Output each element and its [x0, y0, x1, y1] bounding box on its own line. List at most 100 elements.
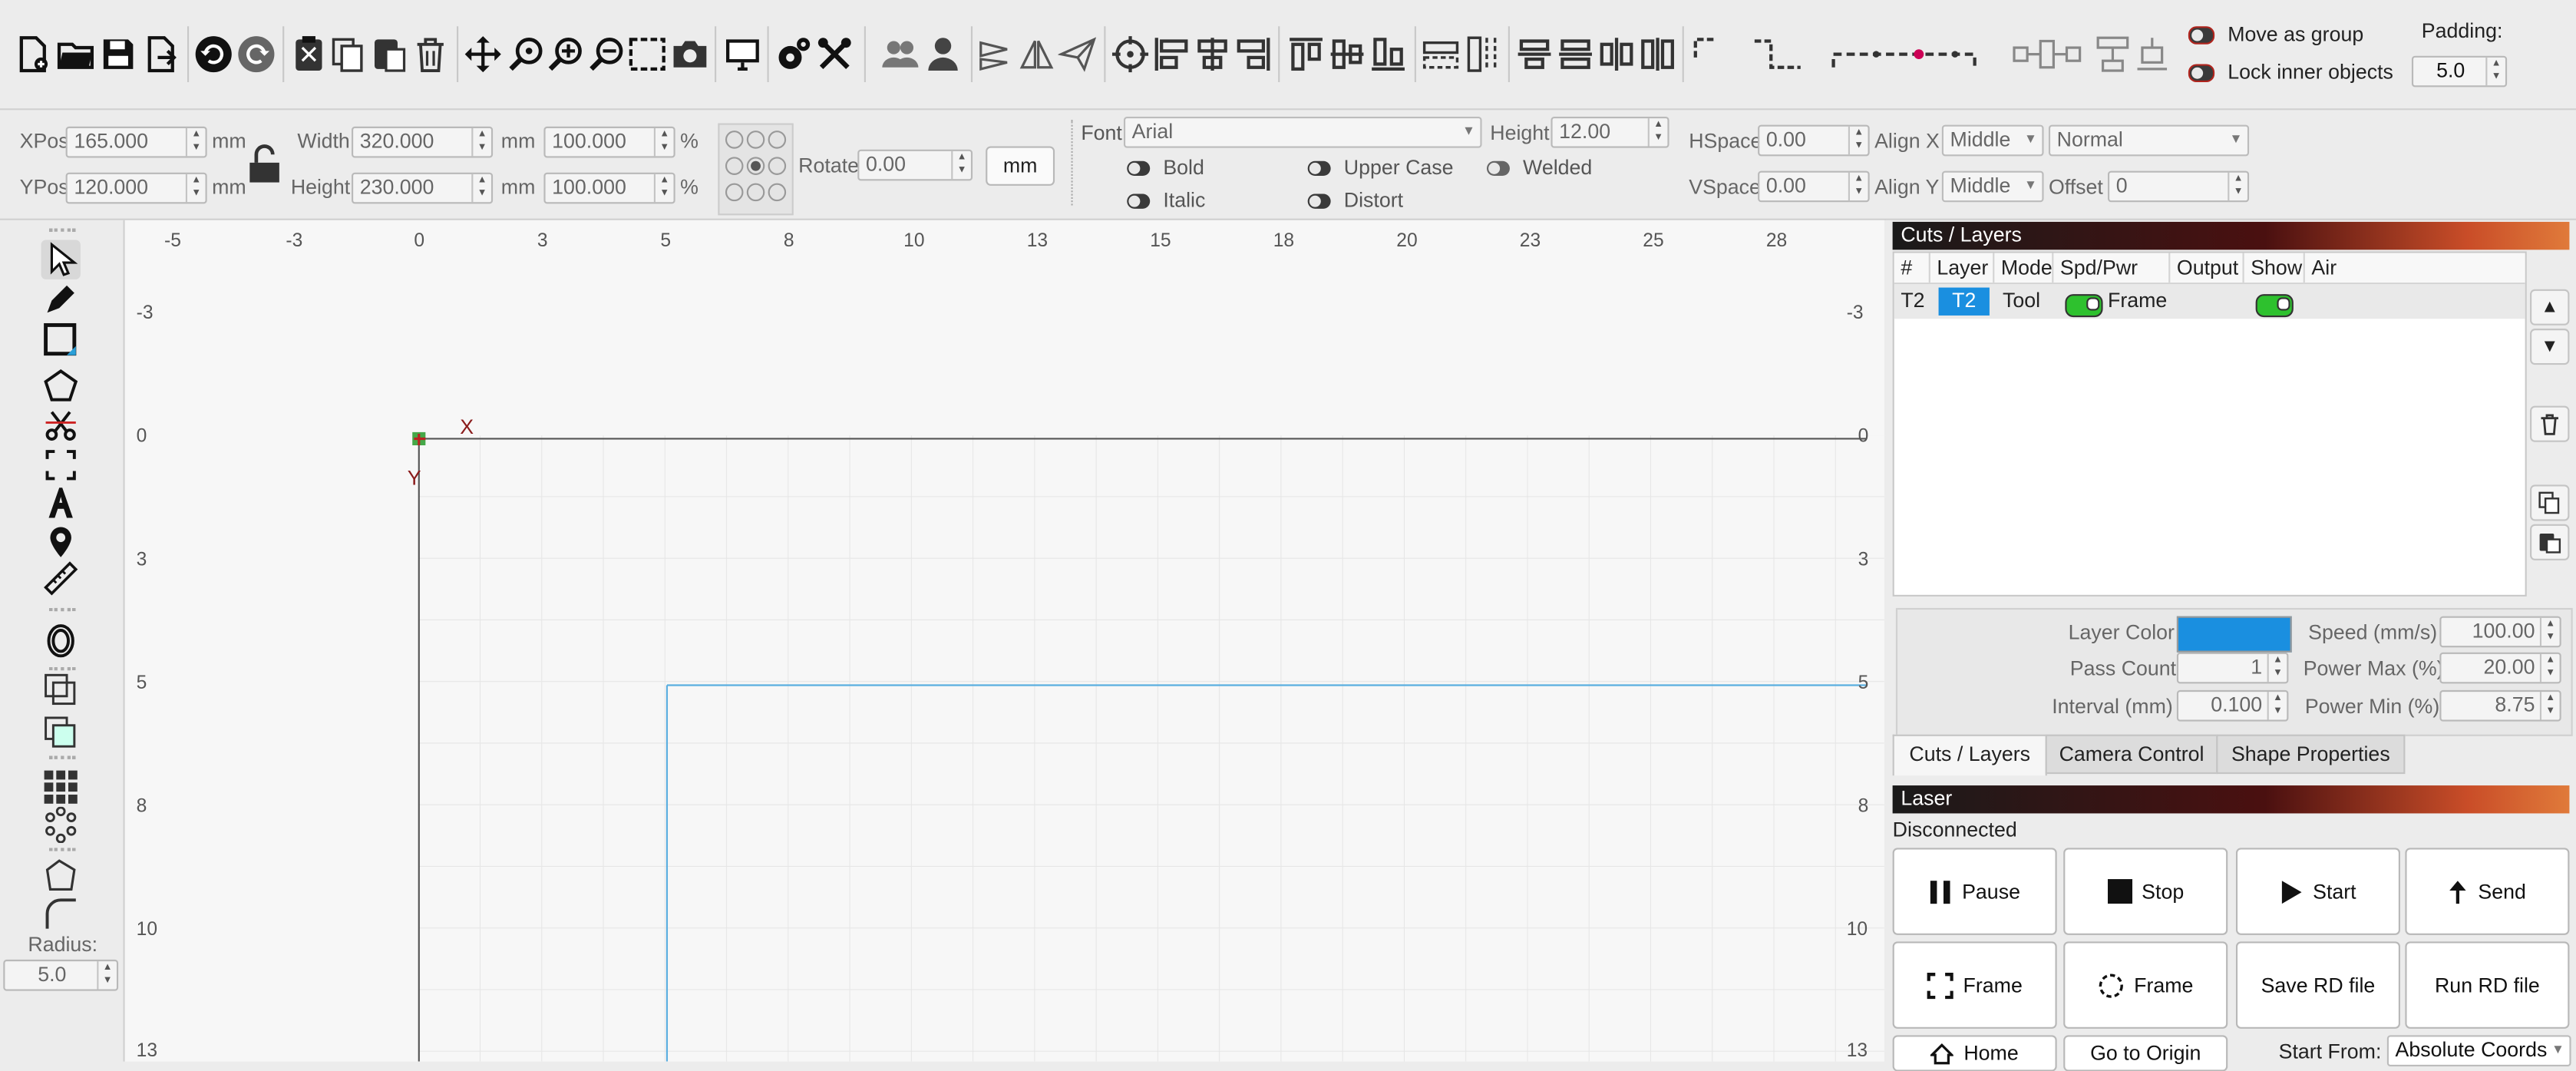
bold-checkbox[interactable]: Bold: [1127, 156, 1204, 179]
paste-icon[interactable]: [370, 33, 409, 76]
stop-button[interactable]: Stop: [2063, 848, 2228, 935]
distort-checkbox[interactable]: Distort: [1307, 189, 1403, 212]
font-select[interactable]: Arial ▼: [1123, 116, 1482, 148]
distribute-v-icon[interactable]: [1464, 33, 1503, 76]
go-to-origin-button[interactable]: Go to Origin: [2063, 1035, 2228, 1071]
align-base-icon[interactable]: [2132, 33, 2171, 76]
row-layer-color[interactable]: T2: [1938, 287, 1990, 316]
zoom-in-icon[interactable]: [546, 33, 585, 76]
export-icon[interactable]: [141, 33, 180, 76]
height-percent-input[interactable]: 100.000 ▲ ▼: [543, 172, 675, 204]
align-middle-icon[interactable]: [1327, 33, 1366, 76]
italic-checkbox[interactable]: Italic: [1127, 189, 1205, 212]
power-max-input[interactable]: 20.00 ▲ ▼: [2439, 652, 2561, 684]
col-spd-pwr[interactable]: Spd/Pwr: [2053, 253, 2171, 283]
save-rd-file-button[interactable]: Save RD file: [2235, 941, 2400, 1029]
tab-camera-control[interactable]: Camera Control: [2045, 734, 2218, 775]
align-left-icon[interactable]: [1151, 33, 1191, 76]
speed-input[interactable]: 100.00 ▲ ▼: [2439, 616, 2561, 648]
save-icon[interactable]: [98, 33, 137, 76]
col-output[interactable]: Output: [2170, 253, 2244, 283]
lock-inner-objects-toggle[interactable]: Lock inner objects: [2188, 61, 2393, 84]
dotted-line-icon[interactable]: [1827, 33, 1981, 76]
user-icon[interactable]: [923, 33, 963, 76]
frame-circle-button[interactable]: Frame: [2063, 941, 2228, 1029]
send-button[interactable]: Send: [2405, 848, 2570, 935]
show-toggle[interactable]: [2255, 294, 2294, 318]
polygon-icon[interactable]: [41, 366, 81, 405]
ypos-input[interactable]: 120.000 ▲ ▼: [65, 172, 207, 204]
tab-shape-properties[interactable]: Shape Properties: [2216, 734, 2406, 775]
align-y-select[interactable]: Middle ▼: [1941, 170, 2044, 203]
move-icon[interactable]: [464, 33, 503, 76]
settings-icon[interactable]: [774, 33, 813, 76]
vspace-input[interactable]: 0.00 ▲ ▼: [1758, 170, 1870, 203]
space-h-icon[interactable]: [1514, 33, 1554, 76]
tab-cuts-layers[interactable]: Cuts / Layers: [1892, 734, 2047, 776]
height-input[interactable]: 230.000 ▲ ▼: [352, 172, 494, 204]
pause-button[interactable]: Pause: [1892, 848, 2057, 935]
home-button[interactable]: Home: [1892, 1035, 2057, 1071]
lock-icon[interactable]: [246, 143, 282, 186]
layer-color-swatch[interactable]: [2176, 616, 2292, 653]
move-as-group-toggle[interactable]: Move as group: [2188, 23, 2363, 46]
welded-checkbox[interactable]: Welded: [1486, 156, 1592, 179]
equal-width-icon[interactable]: [1597, 33, 1636, 76]
zoom-out-icon[interactable]: [586, 33, 626, 76]
start-from-select[interactable]: Absolute Coords ▼: [2386, 1035, 2571, 1067]
copy-icon[interactable]: [329, 33, 368, 76]
layers-table[interactable]: # Layer Mode Spd/Pwr Output Show Air T2 …: [1892, 251, 2527, 597]
col-layer[interactable]: Layer: [1930, 253, 1995, 283]
row-mode[interactable]: Tool: [1996, 284, 2040, 319]
upper-case-checkbox[interactable]: Upper Case: [1307, 156, 1454, 179]
corner-icon[interactable]: [1690, 33, 1729, 76]
corner-round-icon[interactable]: [41, 894, 81, 933]
align-x-select[interactable]: Middle ▼: [1941, 124, 2044, 157]
radius-input[interactable]: 5.0 ▲ ▼: [3, 959, 119, 991]
rotate-input[interactable]: 0.00 ▲ ▼: [857, 149, 973, 181]
font-height-input[interactable]: 12.00 ▲ ▼: [1551, 116, 1669, 148]
start-button[interactable]: Start: [2235, 848, 2400, 935]
col-air[interactable]: Air: [2305, 253, 2525, 283]
equal-size-icon[interactable]: [2093, 33, 2132, 76]
grid-array-icon[interactable]: [41, 768, 81, 807]
tools-icon[interactable]: [815, 33, 854, 76]
undo-icon[interactable]: [194, 33, 233, 76]
rectangle-icon[interactable]: [41, 320, 81, 359]
space-v-icon[interactable]: [1556, 33, 1595, 76]
align-top-icon[interactable]: [1286, 33, 1326, 76]
text-style-select[interactable]: Normal ▼: [2048, 124, 2250, 157]
distribute-h-icon[interactable]: [1421, 33, 1460, 76]
align-bottom-icon[interactable]: [1369, 33, 1408, 76]
camera-icon[interactable]: [670, 33, 709, 76]
equal-height-icon[interactable]: [1638, 33, 1677, 76]
new-file-icon[interactable]: [13, 33, 52, 76]
width-input[interactable]: 320.000 ▲ ▼: [352, 126, 494, 158]
pass-count-input[interactable]: 1 ▲ ▼: [2176, 652, 2289, 684]
mirror-h-icon[interactable]: [976, 33, 1015, 76]
boolean-icon[interactable]: [41, 713, 81, 752]
width-percent-input[interactable]: 100.000 ▲ ▼: [543, 126, 675, 158]
col-num[interactable]: #: [1894, 253, 1930, 283]
select-rect-icon[interactable]: [628, 33, 667, 76]
anchor-grid[interactable]: [718, 123, 794, 216]
location-pin-icon[interactable]: [41, 521, 81, 560]
power-min-input[interactable]: 8.75 ▲ ▼: [2439, 689, 2561, 722]
step-icon[interactable]: [1752, 33, 1804, 76]
ellipse-icon[interactable]: [41, 621, 81, 660]
copy-layer-button[interactable]: [2530, 484, 2570, 521]
align-center-icon[interactable]: [1193, 33, 1232, 76]
delete-layer-button[interactable]: [2530, 405, 2570, 442]
cut-icon[interactable]: [289, 33, 329, 76]
interval-input[interactable]: 0.100 ▲ ▼: [2176, 689, 2289, 722]
col-mode[interactable]: Mode: [1994, 253, 2054, 283]
move-layer-up-button[interactable]: ▲: [2530, 289, 2570, 326]
circular-array-icon[interactable]: [41, 805, 81, 845]
hspace-input[interactable]: 0.00 ▲ ▼: [1758, 124, 1870, 157]
output-toggle[interactable]: [2065, 294, 2103, 318]
move-layer-down-button[interactable]: ▼: [2530, 329, 2570, 365]
mirror-v-icon[interactable]: [1017, 33, 1056, 76]
node-edit-icon[interactable]: [41, 856, 81, 895]
zoom-icon[interactable]: [506, 33, 545, 76]
redo-icon[interactable]: [236, 33, 276, 76]
